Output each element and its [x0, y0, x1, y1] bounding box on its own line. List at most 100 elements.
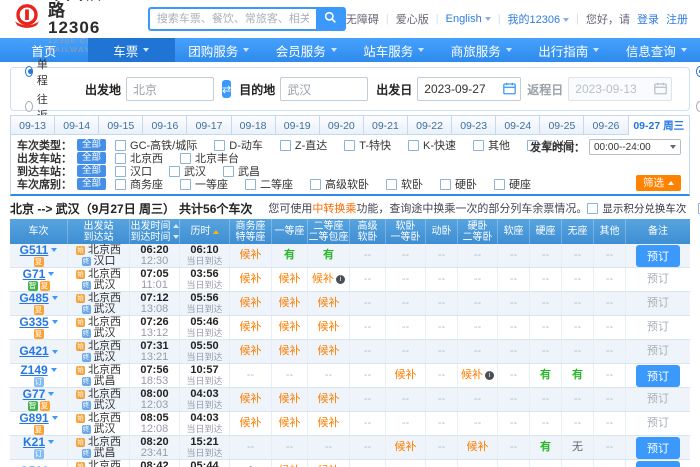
train-number-link[interactable]: Z149 — [20, 365, 47, 376]
top-link[interactable]: 我的12306 — [508, 11, 570, 27]
date-tab-active[interactable]: 09-27 周三 — [629, 115, 690, 135]
book-button[interactable]: 预订 — [636, 461, 680, 467]
sort-asc-icon[interactable] — [213, 230, 219, 234]
column-header-备注[interactable]: 备注 — [626, 219, 690, 244]
column-header-高级[interactable]: 高级软卧 — [350, 219, 386, 244]
filter-option-Z-直达[interactable]: Z-直达 — [280, 137, 327, 153]
expand-caret-icon[interactable] — [48, 392, 54, 396]
info-icon[interactable]: i — [336, 275, 345, 284]
nav-item-车票[interactable]: 车票 — [88, 38, 176, 62]
expand-caret-icon[interactable] — [52, 350, 58, 354]
filter-all-chip[interactable]: 全部 — [77, 178, 106, 190]
passenger-type-radio-普通[interactable]: 普通 — [696, 56, 700, 88]
top-link[interactable]: 无障碍 — [346, 11, 379, 27]
date-tab-09-26[interactable]: 09-26 — [584, 115, 628, 135]
seat-cell: -- — [426, 388, 458, 411]
nav-item-商旅服务[interactable]: 商旅服务 — [438, 38, 526, 62]
train-number-link[interactable]: K21 — [23, 437, 45, 448]
from-station-input[interactable] — [126, 77, 214, 101]
date-tab-09-24[interactable]: 09-24 — [496, 115, 540, 135]
info-icon[interactable]: i — [485, 371, 494, 380]
sort-asc-icon[interactable] — [173, 224, 179, 228]
column-header-车次[interactable]: 车次 — [10, 219, 68, 244]
filter-option-硬座[interactable]: 硬座 — [494, 176, 531, 192]
column-header-动卧[interactable]: 动卧 — [426, 219, 458, 244]
train-number-link[interactable]: G335 — [19, 317, 48, 328]
filter-option-一等座[interactable]: 一等座 — [180, 176, 228, 192]
filter-option-商务座[interactable]: 商务座 — [115, 176, 163, 192]
book-button[interactable]: 预订 — [636, 365, 680, 387]
column-header-软卧[interactable]: 软卧一等卧 — [386, 219, 426, 244]
passenger-type-radio-学生[interactable]: 学生 — [696, 91, 700, 123]
filter-option-高级软卧[interactable]: 高级软卧 — [310, 176, 369, 192]
date-tab-09-18[interactable]: 09-18 — [232, 115, 276, 135]
filter-option-K-快速[interactable]: K-快速 — [408, 137, 456, 153]
show-points-checkbox[interactable]: 显示积分兑换车次 — [587, 201, 686, 216]
date-tab-09-23[interactable]: 09-23 — [452, 115, 496, 135]
filter-option-硬卧[interactable]: 硬卧 — [440, 176, 477, 192]
train-number-link[interactable]: G421 — [19, 346, 48, 357]
column-header-出发时间[interactable]: 出发时间到达时间 — [130, 219, 180, 244]
date-tab-09-22[interactable]: 09-22 — [408, 115, 452, 135]
search-input[interactable] — [148, 7, 316, 31]
nav-item-信息查询[interactable]: 信息查询 — [613, 38, 700, 62]
trip-type-radio-单程[interactable]: 单程 — [25, 56, 51, 88]
column-header-硬座[interactable]: 硬座 — [530, 219, 562, 244]
date-tab-09-15[interactable]: 09-15 — [99, 115, 143, 135]
nav-item-会员服务[interactable]: 会员服务 — [263, 38, 351, 62]
date-tab-09-25[interactable]: 09-25 — [540, 115, 584, 135]
filter-option-其他[interactable]: 其他 — [473, 137, 510, 153]
train-number-link[interactable]: G71 — [23, 269, 46, 280]
login-link[interactable]: 登录 — [637, 11, 659, 27]
calendar-icon[interactable] — [503, 82, 516, 100]
date-tab-09-16[interactable]: 09-16 — [143, 115, 187, 135]
filter-apply-button[interactable]: 筛选 — [636, 175, 681, 191]
book-button[interactable]: 预订 — [636, 245, 680, 267]
swap-stations-button[interactable]: ⇄ — [222, 80, 231, 98]
date-tab-09-17[interactable]: 09-17 — [187, 115, 231, 135]
train-number-link[interactable]: G77 — [23, 389, 46, 400]
filter-all-chip[interactable]: 全部 — [77, 152, 106, 164]
column-header-出发站[interactable]: 出发站到达站 — [68, 219, 130, 244]
filter-option-T-特快[interactable]: T-特快 — [344, 137, 391, 153]
nav-item-站车服务[interactable]: 站车服务 — [350, 38, 438, 62]
depart-time-select[interactable]: 00:00--24:00 — [589, 139, 681, 155]
date-tab-09-21[interactable]: 09-21 — [364, 115, 408, 135]
transfer-link[interactable]: 中转换乘 — [312, 203, 356, 215]
column-header-历时[interactable]: 历时 — [180, 219, 230, 244]
nav-item-出行指南[interactable]: 出行指南 — [525, 38, 613, 62]
sort-desc-icon[interactable] — [173, 235, 179, 239]
book-button[interactable]: 预订 — [636, 437, 680, 459]
expand-caret-icon[interactable] — [51, 368, 57, 372]
search-button[interactable] — [316, 7, 346, 31]
expand-caret-icon[interactable] — [52, 416, 58, 420]
train-number-link[interactable]: G485 — [19, 293, 48, 304]
date-tab-09-14[interactable]: 09-14 — [55, 115, 99, 135]
filter-all-chip[interactable]: 全部 — [77, 165, 106, 177]
train-number-link[interactable]: G511 — [20, 245, 49, 256]
filter-option-软卧[interactable]: 软卧 — [386, 176, 423, 192]
date-tab-09-19[interactable]: 09-19 — [276, 115, 320, 135]
date-tab-09-20[interactable]: 09-20 — [320, 115, 364, 135]
nav-item-团购服务[interactable]: 团购服务 — [175, 38, 263, 62]
filter-option-二等座[interactable]: 二等座 — [245, 176, 293, 192]
column-header-商务座[interactable]: 商务座特等座 — [230, 219, 272, 244]
train-number-link[interactable]: G891 — [19, 413, 48, 424]
expand-caret-icon[interactable] — [52, 296, 58, 300]
top-link[interactable]: English — [446, 13, 491, 25]
expand-caret-icon[interactable] — [52, 320, 58, 324]
expand-caret-icon[interactable] — [51, 248, 57, 252]
column-header-其他[interactable]: 其他 — [594, 219, 626, 244]
register-link[interactable]: 注册 — [666, 11, 688, 27]
column-header-二等座[interactable]: 二等座二等包座 — [308, 219, 350, 244]
to-station-input[interactable] — [280, 77, 368, 101]
column-header-无座[interactable]: 无座 — [562, 219, 594, 244]
expand-caret-icon[interactable] — [48, 440, 54, 444]
column-header-硬卧[interactable]: 硬卧二等卧 — [458, 219, 498, 244]
expand-caret-icon[interactable] — [48, 272, 54, 276]
column-header-一等座[interactable]: 一等座 — [272, 219, 308, 244]
top-link[interactable]: 爱心版 — [396, 11, 429, 27]
filter-all-chip[interactable]: 全部 — [77, 139, 106, 151]
date-tab-09-13[interactable]: 09-13 — [10, 115, 55, 135]
column-header-软座[interactable]: 软座 — [498, 219, 530, 244]
